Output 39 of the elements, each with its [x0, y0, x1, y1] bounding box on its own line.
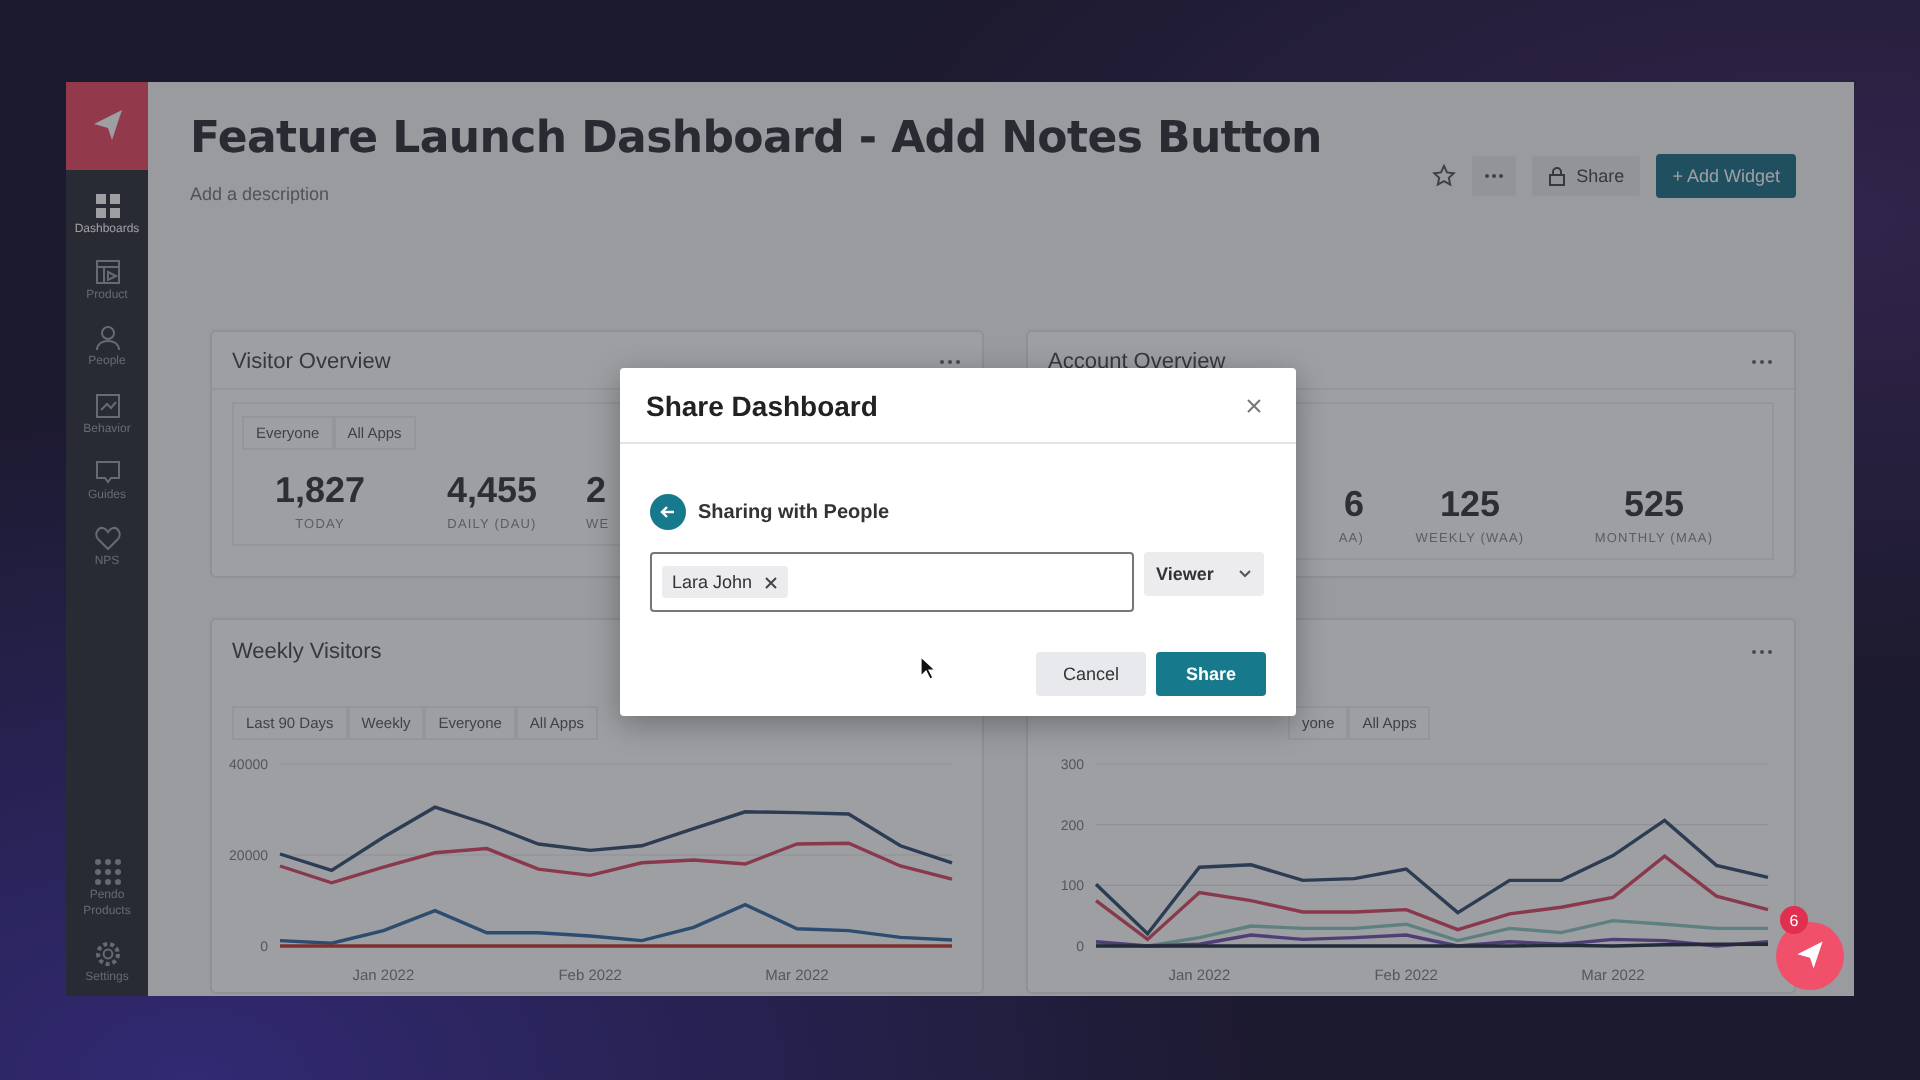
card-title: Visitor Overview: [232, 350, 391, 374]
more-icon[interactable]: [938, 358, 962, 366]
card-title: Account Overview: [1048, 350, 1226, 374]
chat-icon: [93, 457, 121, 486]
dashboard-title: Feature Launch Dashboard - Add Notes Button: [190, 114, 1322, 164]
heart-icon: [93, 523, 121, 552]
dots-grid-icon: [93, 858, 121, 887]
people-field[interactable]: Lara John: [650, 552, 1134, 612]
stat-value: 4,455: [446, 470, 538, 512]
recipient-name: Lara John: [672, 572, 753, 592]
add-widget-button[interactable]: + Add Widget: [1656, 154, 1796, 198]
stat-value: 125: [1439, 484, 1501, 526]
stat-value: 6: [1343, 484, 1364, 526]
section-heading: Sharing with People: [698, 501, 890, 523]
cancel-button[interactable]: Cancel: [1036, 652, 1146, 696]
star-icon[interactable]: [1432, 164, 1457, 188]
cursor-icon: [920, 656, 936, 680]
logo-icon: [1792, 938, 1828, 974]
chevron-down-icon: [1238, 570, 1252, 578]
card-title: Weekly Visitors: [232, 640, 382, 664]
layout-icon: [93, 258, 121, 287]
lock-icon: [1548, 166, 1567, 186]
people-icon: [93, 324, 121, 353]
dialog-title: Share Dashboard: [646, 390, 878, 422]
more-icon: [1484, 172, 1505, 180]
description-field[interactable]: Add a description: [190, 184, 590, 204]
role-dropdown[interactable]: Viewer: [1144, 552, 1264, 596]
chart-icon: [93, 391, 121, 420]
stat-value: 2: [586, 470, 607, 512]
settings-icon: [93, 939, 121, 968]
grid-icon: [93, 192, 121, 220]
more-icon[interactable]: [1750, 358, 1774, 366]
share-button[interactable]: Share: [1156, 652, 1266, 696]
close-icon[interactable]: [1246, 398, 1262, 414]
remove-icon[interactable]: [764, 575, 779, 589]
stat-value: 1,827: [274, 470, 366, 512]
stat-value: 525: [1623, 484, 1685, 526]
more-icon[interactable]: [1750, 648, 1774, 656]
share-button[interactable]: Share: [1532, 156, 1641, 196]
